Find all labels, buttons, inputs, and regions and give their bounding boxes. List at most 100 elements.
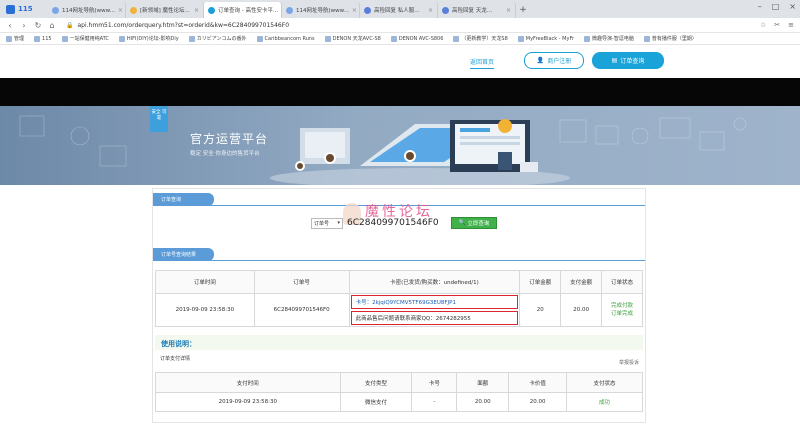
tab-title: [新领域] 魔性论坛...: [140, 8, 190, 14]
tab-close-icon[interactable]: ×: [352, 7, 357, 14]
bookmark-item[interactable]: 一站保健用纯ATC: [61, 35, 109, 42]
usage-band: [155, 335, 643, 350]
table-row: 2019-09-09 23:58:30 6C284099701546F0 卡号：…: [155, 293, 643, 327]
order-time: 2019-09-09 23:58:30: [155, 293, 255, 327]
bookmark-label: HIFI(DIY)论坛-影响Diy: [126, 36, 179, 42]
minimize-icon[interactable]: –: [758, 2, 762, 11]
address-text[interactable]: api.hmm51.com/orderquery.htm?st=orderid&…: [77, 22, 289, 29]
table-header-row: 支付时间 支付类型 卡号 面额 卡价值 支付状态: [155, 372, 643, 393]
main-content: 订单查询 魔性论坛 订单号 ▾ 6C284099701546F0 🔍 立即查询 …: [152, 188, 646, 423]
payment-card-no: -: [411, 392, 458, 412]
column-header: 订单金额: [519, 270, 562, 294]
bookmark-label: DENON AVC-S806: [398, 35, 444, 42]
address-bar[interactable]: 🔒 api.hmm51.com/orderquery.htm?st=orderi…: [62, 20, 754, 31]
bookmark-icon: [188, 35, 195, 42]
tab-close-icon[interactable]: ×: [506, 7, 511, 14]
submit-label: 立即查询: [467, 221, 490, 227]
bookmark-item[interactable]: 管理: [6, 35, 24, 42]
payment-detail-label: 订单支付详情: [160, 356, 191, 362]
tab-close-icon[interactable]: ×: [118, 7, 123, 14]
favicon-icon: [286, 6, 293, 14]
banner-subtitle: 稳定 安全 你身边的售货平台: [190, 151, 260, 157]
bookmark-item[interactable]: 115: [34, 35, 52, 42]
column-header: 卡密(已发货/购买数：undefined/1): [348, 270, 521, 294]
bookmark-label: MyFreeBlack - MyFr: [525, 35, 575, 42]
browser-tab[interactable]: 114网址导航(www... ×: [282, 2, 360, 18]
status-paid: 完成付款: [611, 303, 634, 309]
query-form: 订单号 ▾ 6C284099701546F0 🔍 立即查询: [311, 217, 497, 229]
select-value: 订单号: [314, 220, 330, 227]
bookmark-item[interactable]: Caribbeancom Runs: [256, 35, 315, 42]
bookmark-item[interactable]: カリビアンコムの番外: [188, 35, 247, 42]
bookmark-item[interactable]: DENON 天龙AVC-S8: [324, 35, 381, 42]
browser-logo-icon: [6, 4, 15, 14]
window-controls: – □ ×: [758, 2, 796, 11]
column-header: 支付时间: [155, 372, 341, 393]
bookmark-label: 一站保健用纯ATC: [69, 36, 109, 42]
tab-title: 114网址导航(www...: [296, 8, 349, 14]
browser-tab[interactable]: 114网址导航(www... ×: [48, 2, 126, 18]
bookmark-label: （更新教学）天龙S8: [461, 36, 508, 42]
order-number-input[interactable]: 6C284099701546F0: [347, 218, 447, 229]
bookmark-item[interactable]: 微趣导演-智逗电脑: [584, 35, 634, 42]
hero-banner: 安全 可靠 官方运营平台 稳定 安全 你身边的售货平台: [0, 106, 800, 185]
browser-tab-bar: 115 114网址导航(www... × [新领域] 魔性论坛... × 订单查询 …: [0, 0, 800, 18]
bookmark-icon: [6, 35, 12, 42]
usage-title: 使用说明：: [161, 340, 196, 348]
order-query-button[interactable]: ▤ 订单查询: [592, 52, 664, 69]
column-header: 订单状态: [601, 270, 643, 294]
back-icon[interactable]: ‹: [6, 21, 14, 30]
tab-title: 114网址导航(www...: [62, 8, 115, 14]
bookmark-item[interactable]: DENON AVC-S806: [390, 35, 444, 42]
tab-close-icon[interactable]: ×: [428, 7, 433, 14]
browser-tab[interactable]: 高险回复 私人服... ×: [360, 2, 438, 18]
bookmark-item[interactable]: HIFI(DIY)论坛-影响Diy: [118, 35, 179, 42]
close-window-icon[interactable]: ×: [789, 2, 796, 11]
maximize-icon[interactable]: □: [772, 2, 780, 11]
payment-table: 支付时间 支付类型 卡号 面额 卡价值 支付状态 2019-09-09 23:5…: [155, 372, 643, 412]
browser-tab-active[interactable]: 订单查询 - 高性安卡平...×: [204, 2, 282, 18]
browser-tab[interactable]: 高险回复 天龙... ×: [438, 2, 516, 18]
home-icon[interactable]: ⌂: [48, 21, 56, 30]
browser-brand[interactable]: 115: [0, 0, 48, 18]
column-header: 订单号: [253, 270, 350, 294]
bookmark-icon: [453, 35, 460, 42]
reload-icon[interactable]: ↻: [34, 21, 42, 30]
column-header: 支付金额: [560, 270, 603, 294]
toolbar-icons: ☆ ✂ ≡: [760, 21, 794, 29]
bookmark-icon: [34, 35, 41, 42]
column-header: 卡号: [411, 372, 458, 393]
status-complete: 订单完成: [611, 311, 634, 317]
bookmark-label: カリビアンコムの番外: [196, 36, 247, 42]
new-tab-icon[interactable]: +: [516, 2, 530, 18]
bookmark-item[interactable]: MyFreeBlack - MyFr: [517, 35, 575, 42]
bookmark-label: 管理: [14, 36, 25, 42]
browser-brand-label: 115: [18, 5, 33, 13]
tab-title: 高险回复 私人服...: [374, 8, 420, 14]
tab-close-icon[interactable]: ×: [194, 7, 199, 14]
bookmark-item[interactable]: 普有播件服（里期）: [643, 35, 697, 42]
query-type-select[interactable]: 订单号 ▾: [311, 217, 343, 229]
lock-icon: 🔒: [66, 21, 74, 29]
column-header: 卡价值: [508, 372, 568, 393]
favicon-icon: [130, 6, 137, 14]
card-code[interactable]: 卡号：2kjqiQ9YCMV5TF69G3EU8FJP1: [350, 295, 519, 309]
bookmark-label: DENON 天龙AVC-S8: [332, 36, 381, 42]
merchant-register-button[interactable]: 👤 商户注册: [524, 52, 584, 69]
payment-type: 微信支付: [339, 392, 413, 412]
forward-icon[interactable]: ›: [20, 21, 28, 30]
site-header: 返回首页 👤 商户注册 ▤ 订单查询: [0, 45, 800, 78]
home-link[interactable]: 返回首页: [470, 57, 495, 69]
browser-tab[interactable]: [新领域] 魔性论坛... ×: [126, 2, 204, 18]
payment-time: 2019-09-09 23:58:30: [155, 392, 341, 412]
query-submit-button[interactable]: 🔍 立即查询: [451, 217, 497, 229]
order-amount: 20: [519, 293, 562, 327]
table-row: 2019-09-09 23:58:30 微信支付 - 20.00 20.00 成…: [155, 392, 643, 412]
extension-icon[interactable]: ✂: [774, 21, 780, 29]
paid-amount: 20.00: [560, 293, 603, 327]
bookmark-label: 微趣导演-智逗电脑: [592, 36, 634, 42]
complain-link[interactable]: 举报投诉: [619, 359, 639, 366]
star-icon[interactable]: ☆: [760, 21, 766, 29]
menu-icon[interactable]: ≡: [788, 21, 794, 29]
bookmark-item[interactable]: （更新教学）天龙S8: [453, 35, 508, 42]
